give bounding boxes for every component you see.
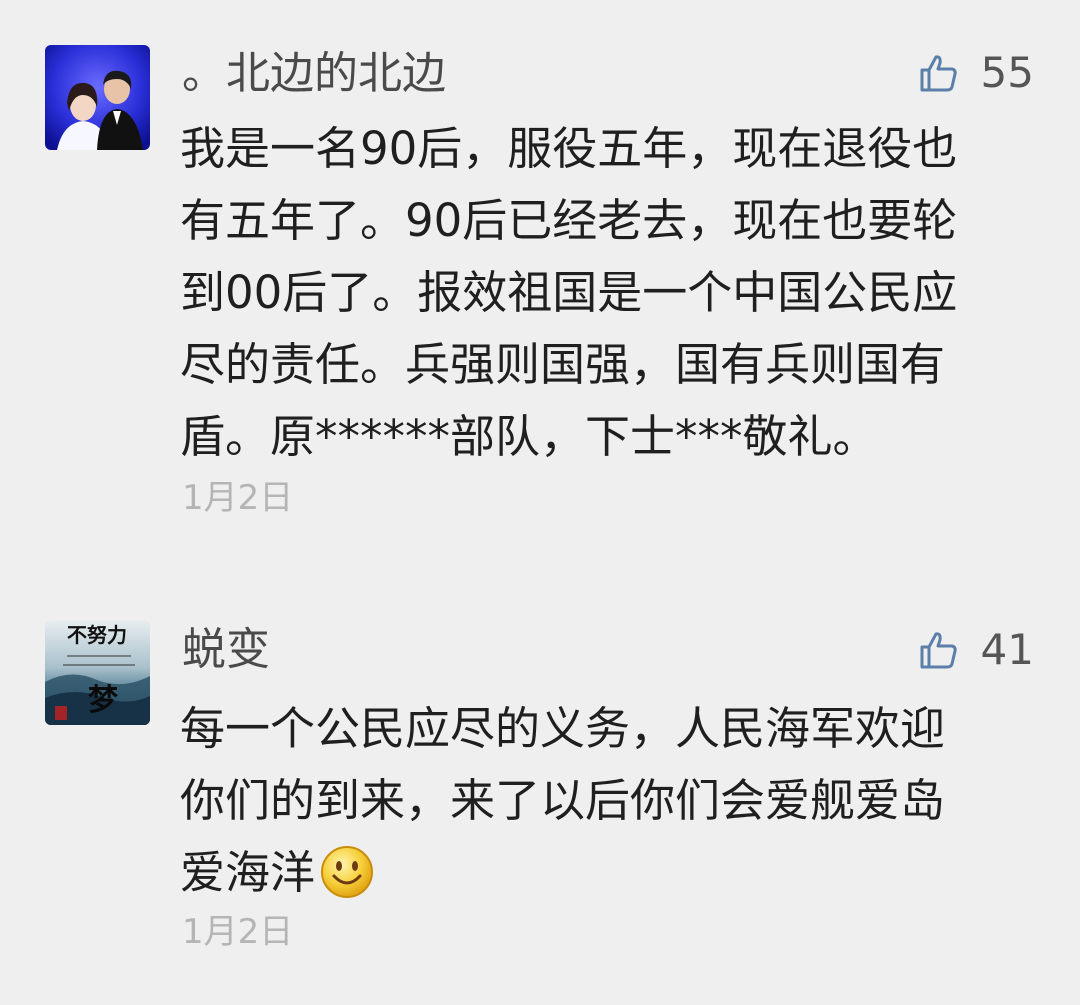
comment-text-line: 盾。原******部队，下士***敬礼。 (180, 410, 878, 463)
like-button[interactable]: 41 (919, 620, 1034, 680)
avatar-text-top: 不努力 (67, 623, 127, 647)
comment-text-line: 到00后了。报效祖国是一个中国公民应 (180, 266, 958, 319)
comment-item: 。北边的北边 55 我是一名90后，服役五年，现在退役也 有五年了。90后已经老… (0, 0, 1080, 560)
thumbs-up-icon (920, 55, 957, 92)
like-count: 41 (980, 625, 1034, 674)
avatar-text-bottom: 梦 (88, 683, 118, 718)
comment-text-line: 我是一名90后，服役五年，现在退役也 (180, 122, 958, 175)
like-button[interactable]: 55 (919, 43, 1034, 103)
comment-text-line: 每一个公民应尽的义务，人民海军欢迎 (180, 702, 946, 755)
smiley-emoji-icon (321, 846, 374, 898)
username[interactable]: 。北边的北边 (182, 44, 446, 104)
username[interactable]: 蜕变 (182, 620, 270, 680)
comment-text-line: 爱海洋 (180, 837, 1040, 909)
comment-text-line: 有五年了。90后已经老去，现在也要轮 (180, 194, 958, 247)
comment-text-last-segment: 爱海洋 (180, 846, 316, 899)
avatar[interactable] (45, 45, 150, 150)
comment-text-line: 你们的到来，来了以后你们会爱舰爱岛 (180, 774, 946, 827)
timestamp: 1月2日 (182, 912, 294, 952)
couple-photo-avatar-icon (45, 45, 150, 150)
calligraphy-avatar-icon: 不努力 梦 (45, 620, 150, 725)
comment-text-line: 尽的责任。兵强则国强，国有兵则国有 (180, 338, 946, 391)
comment-text: 每一个公民应尽的义务，人民海军欢迎 你们的到来，来了以后你们会爱舰爱岛 爱海洋 (180, 693, 1040, 909)
comment-item: 不努力 梦 蜕变 41 每一个公民应尽的义务，人民海军欢迎 你们的到来，来了以后… (0, 580, 1080, 1005)
comment-text: 我是一名90后，服役五年，现在退役也 有五年了。90后已经老去，现在也要轮 到0… (180, 113, 1040, 473)
thumbs-up-icon (920, 632, 957, 669)
like-count: 55 (980, 48, 1034, 97)
timestamp: 1月2日 (182, 478, 294, 518)
avatar[interactable]: 不努力 梦 (45, 620, 150, 725)
